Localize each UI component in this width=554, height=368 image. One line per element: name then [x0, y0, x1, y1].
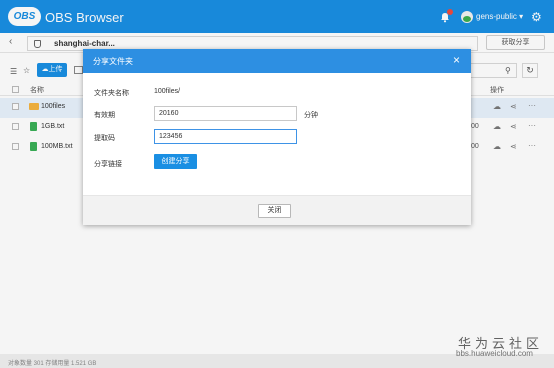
- validity-unit: 分钟: [304, 112, 318, 119]
- extraction-code-input[interactable]: 123456: [154, 129, 297, 144]
- validity-label: 有效期: [94, 112, 115, 119]
- dialog-header: 分享文件夹 ×: [83, 49, 471, 73]
- share-link-label: 分享链接: [94, 161, 122, 168]
- close-button[interactable]: 关闭: [258, 204, 291, 218]
- validity-input[interactable]: 20160: [154, 106, 297, 121]
- folder-name-value: 100files/: [154, 88, 181, 95]
- dialog-footer: 关闭: [83, 195, 471, 225]
- folder-name-label: 文件夹名称: [94, 90, 129, 97]
- create-share-button[interactable]: 创建分享: [154, 154, 197, 169]
- dialog-title: 分享文件夹: [93, 57, 133, 66]
- share-folder-dialog: 分享文件夹 × 文件夹名称 100files/ 有效期 20160 分钟 提取码…: [83, 49, 471, 225]
- close-icon[interactable]: ×: [453, 53, 460, 67]
- extraction-code-label: 提取码: [94, 135, 115, 142]
